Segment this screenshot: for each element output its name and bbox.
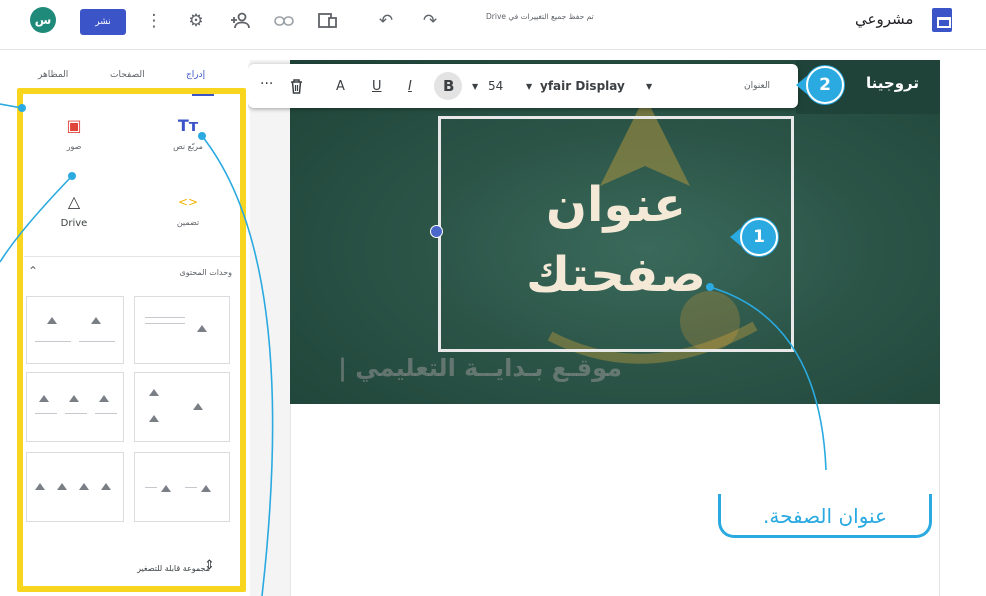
connector-dot bbox=[198, 132, 206, 140]
connector-dot bbox=[706, 283, 714, 291]
connector-textbox bbox=[201, 135, 274, 596]
connector-dot bbox=[68, 172, 76, 180]
annotation-connectors bbox=[0, 103, 827, 596]
connector-images bbox=[0, 175, 73, 263]
connector-dot bbox=[18, 104, 26, 112]
connector-page-title bbox=[709, 286, 827, 471]
